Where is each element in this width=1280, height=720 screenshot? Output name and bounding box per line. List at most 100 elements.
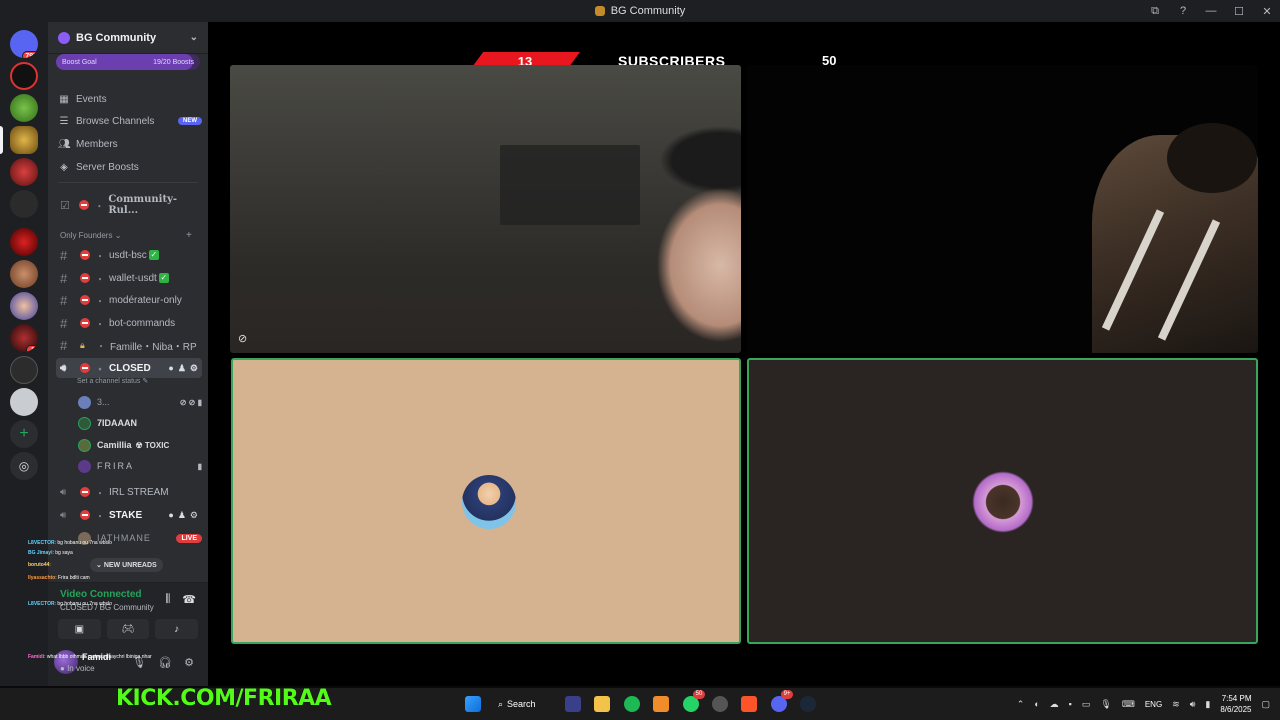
minimize-button[interactable]: — xyxy=(1204,5,1218,17)
maximize-button[interactable]: ☐ xyxy=(1232,5,1246,18)
chat-line: boruto44: xyxy=(28,562,51,568)
server-icon-cartoon[interactable] xyxy=(10,292,38,320)
app-icon-orange[interactable] xyxy=(653,696,669,712)
voice-member[interactable]: 7IDAAAN xyxy=(78,414,202,432)
member-name: 3... xyxy=(97,397,110,407)
chat-user: boruto44 xyxy=(28,562,50,568)
chevron-up-icon[interactable]: ⌃ xyxy=(1017,699,1025,710)
channel-usdt-bsc[interactable]: # ・ usdt-bsc ✓ xyxy=(56,245,202,265)
chat-icon[interactable]: ● xyxy=(168,363,173,374)
battery-icon[interactable]: ▮ xyxy=(1205,699,1210,710)
voice-member[interactable]: FRIRA ▮ xyxy=(78,457,202,475)
server-icon-folder[interactable] xyxy=(10,190,38,218)
menu-server-boosts-label: Server Boosts xyxy=(76,161,139,173)
boost-goal-bar[interactable]: Boost Goal 19/20 Boosts xyxy=(56,54,200,70)
voice-channel-closed[interactable]: 🔊︎ ・ CLOSED ● ♟ ⚙ xyxy=(56,358,202,378)
microphone-icon[interactable]: 🎙︎ xyxy=(1100,699,1111,710)
menu-members[interactable]: 👥︎ Members xyxy=(58,135,204,153)
invite-icon[interactable]: ♟ xyxy=(178,363,186,374)
file-explorer-icon[interactable] xyxy=(594,696,610,712)
direct-messages-icon[interactable]: 797 xyxy=(10,30,38,58)
keyboard-icon[interactable]: ⌨ xyxy=(1122,699,1135,710)
menu-browse-channels[interactable]: ☰ Browse Channels NEW xyxy=(58,112,204,130)
chat-message: : what lbbb othman cadeau ghaychri lbini… xyxy=(44,654,152,660)
whatsapp-icon[interactable]: 50 xyxy=(683,690,705,712)
video-tile-avatar-2[interactable] xyxy=(747,358,1258,644)
server-icon-mask[interactable]: 1 xyxy=(10,324,38,352)
menu-browse-channels-label: Browse Channels xyxy=(76,115,155,127)
tray-icon[interactable]: ☁ xyxy=(1050,699,1059,710)
avatar xyxy=(78,395,91,409)
chevron-down-icon[interactable]: ⌄ xyxy=(190,32,198,43)
gear-icon[interactable]: ⚙ xyxy=(190,363,198,374)
volume-icon[interactable]: 🔊︎ xyxy=(1190,699,1196,710)
notification-icon[interactable]: ▢ xyxy=(1261,699,1270,710)
tray-icon[interactable]: ▪ xyxy=(1069,699,1072,709)
channel-community-rules[interactable]: ☑ ・ Community-Rul... xyxy=(56,194,202,216)
clock-date: 8/6/2025 xyxy=(1220,705,1252,714)
category-only-founders[interactable]: Only Founders ⌄ + xyxy=(60,230,192,241)
video-tile-avatar-1[interactable] xyxy=(231,358,741,644)
start-icon[interactable] xyxy=(465,696,481,712)
tray-icon[interactable]: ▭ xyxy=(1082,699,1091,710)
channel-wallet-usdt[interactable]: # ・ wallet-usdt ✓ xyxy=(56,268,202,288)
category-label: Only Founders xyxy=(60,231,113,240)
menu-server-boosts[interactable]: ◈ Server Boosts xyxy=(58,158,204,176)
voice-member[interactable]: 3... ⊘ ⊘ ▮ xyxy=(78,393,202,411)
lock-icon: 🔒︎ xyxy=(80,339,85,350)
server-icon-red[interactable] xyxy=(10,158,38,186)
inbox-icon[interactable]: ⧉ xyxy=(1148,5,1162,18)
video-tile-camera-2[interactable] xyxy=(747,65,1258,353)
voice-channel-irl-stream[interactable]: 🔊︎ ・ IRL STREAM xyxy=(56,482,202,502)
app-icon-grey[interactable] xyxy=(712,696,728,712)
invite-icon[interactable]: ♟ xyxy=(178,510,186,521)
discord-badge: 9+ xyxy=(781,690,793,699)
channel-status-hint[interactable]: Set a channel status ✎ xyxy=(77,377,148,385)
chat-message: : bg hobanu ou 7na wbslo xyxy=(54,540,112,546)
search-button[interactable]: ⌕ Search xyxy=(498,695,536,713)
channel-moderateur-only[interactable]: # ・ modérateur-only xyxy=(56,290,202,310)
server-icon-bg-community[interactable] xyxy=(10,126,38,154)
video-tile-camera-1[interactable]: ⊘ xyxy=(230,65,741,353)
server-icon-e-dark[interactable] xyxy=(10,356,38,384)
boost-goal-label: Boost Goal xyxy=(62,58,97,66)
server-icon-green[interactable] xyxy=(10,94,38,122)
gear-icon[interactable]: ⚙ xyxy=(190,510,198,521)
voice-member[interactable]: Camillia ☢ TOXIC xyxy=(78,436,202,454)
brave-icon[interactable] xyxy=(741,696,757,712)
speaker-icon: 🔊︎ xyxy=(60,362,67,374)
voice-channel-stake[interactable]: 🔊︎ ・ STAKE ● ♟ ⚙ xyxy=(56,505,202,525)
clock[interactable]: 7:54 PM 8/6/2025 xyxy=(1220,693,1251,715)
spotify-icon[interactable] xyxy=(624,696,640,712)
channel-famille-niba-rp[interactable]: # 🔒︎ ・ Famille・Niba・RP xyxy=(56,335,202,355)
steam-icon[interactable] xyxy=(800,696,816,712)
member-name: Camillia xyxy=(97,440,132,450)
channel-bot-commands[interactable]: # ・ bot-commands xyxy=(56,313,202,333)
menu-events[interactable]: ▦ Events xyxy=(58,90,204,108)
close-button[interactable]: ✕ xyxy=(1260,5,1274,18)
server-icon-dark-red[interactable] xyxy=(10,228,38,256)
discord-icon[interactable]: 9+ xyxy=(771,690,793,712)
chat-icon[interactable]: ● xyxy=(168,510,173,521)
add-server-icon[interactable]: + xyxy=(10,420,38,448)
no-entry-icon xyxy=(80,273,90,283)
server-icon-e-light[interactable] xyxy=(10,388,38,416)
server-badge-icon xyxy=(58,31,70,44)
dot-separator: ・ xyxy=(95,251,105,263)
chat-user: BG Jimayi xyxy=(28,550,53,556)
wifi-icon[interactable]: ≋ xyxy=(1172,699,1180,710)
discover-icon[interactable]: ◎ xyxy=(10,452,38,480)
menu-members-label: Members xyxy=(76,138,118,150)
tray-icon[interactable]: ◐ xyxy=(1034,699,1039,709)
server-icon-portrait[interactable] xyxy=(10,260,38,288)
boost-goal-progress: 19/20 Boosts xyxy=(153,58,194,66)
server-icon-x[interactable] xyxy=(10,62,38,90)
add-channel-icon[interactable]: + xyxy=(186,230,192,241)
help-icon[interactable]: ? xyxy=(1176,5,1190,17)
language-indicator[interactable]: ENG xyxy=(1145,700,1162,709)
dot-separator: ・ xyxy=(96,341,106,353)
server-header[interactable]: BG Community ⌄ xyxy=(48,22,208,54)
task-view-icon[interactable] xyxy=(565,696,581,712)
new-unreads-button[interactable]: ⌄ NEW UNREADS xyxy=(90,558,163,572)
chat-line: L8VECTOR: bg hobanu ou 7na wbslo xyxy=(28,601,112,607)
